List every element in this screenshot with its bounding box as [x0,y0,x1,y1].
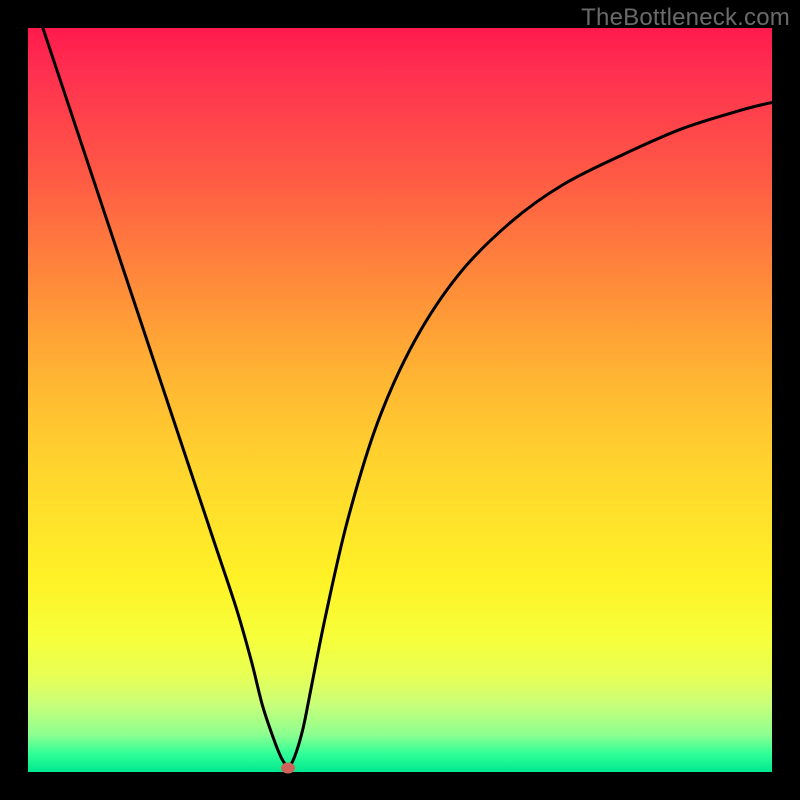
bottleneck-curve [28,28,772,772]
watermark-text: TheBottleneck.com [581,4,790,32]
chart-frame: TheBottleneck.com [0,0,800,800]
optimal-point-marker [281,762,295,773]
plot-area [28,28,772,772]
